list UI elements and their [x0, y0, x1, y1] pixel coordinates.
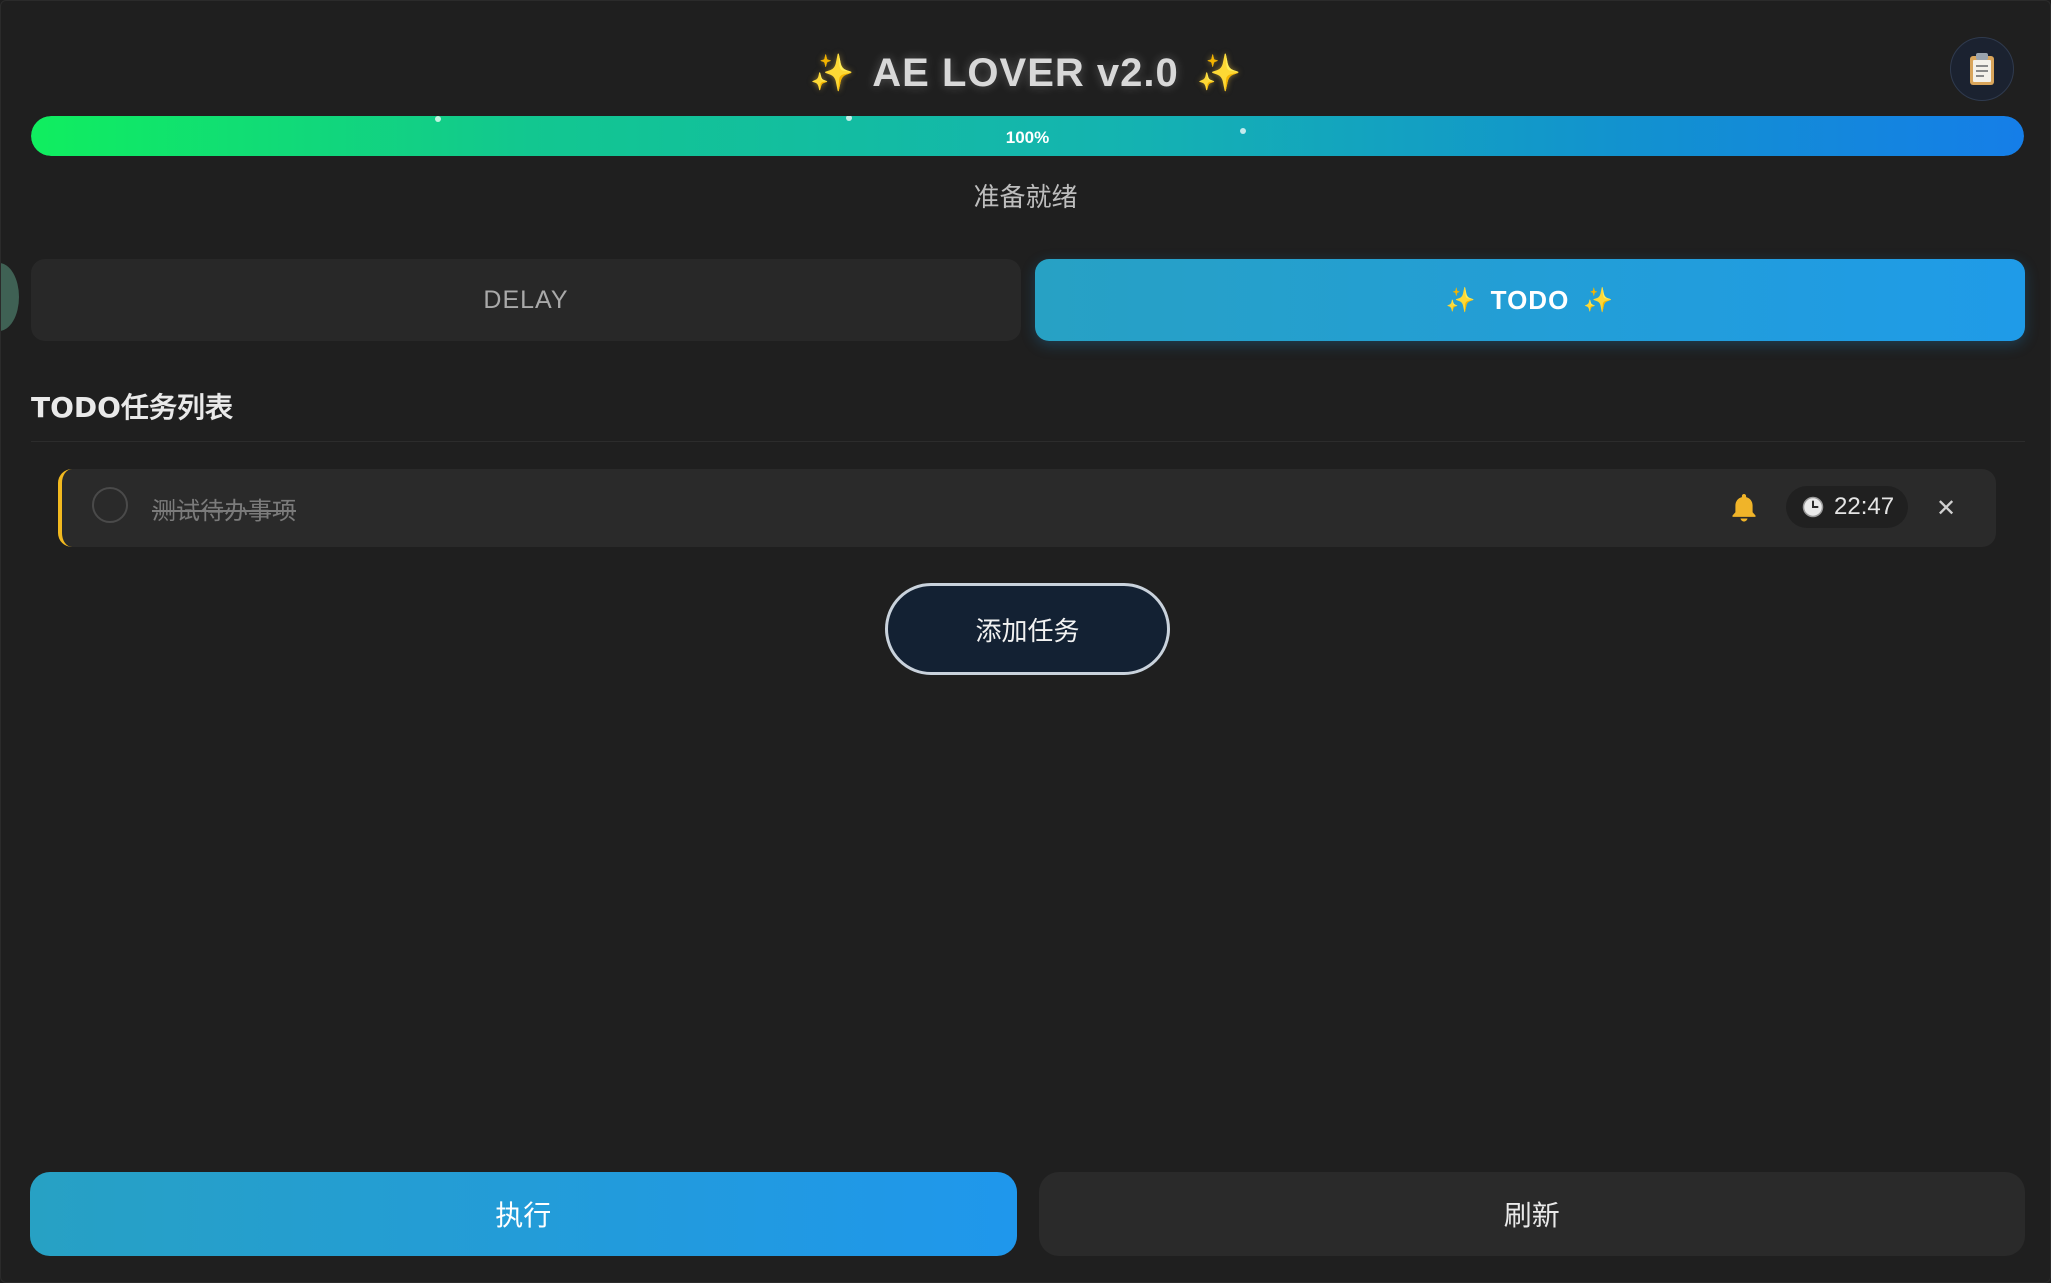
add-task-button[interactable]: 添加任务: [885, 583, 1170, 675]
refresh-button[interactable]: 刷新: [1038, 1172, 2025, 1256]
sparkle-icon: ✨: [1583, 286, 1615, 314]
reminder-time-text: 22:47: [1834, 493, 1895, 520]
app-title: AE LOVER v2.0: [872, 50, 1179, 95]
section-title: TODO任务列表: [31, 391, 233, 424]
divider: [31, 441, 2025, 442]
clipboard-button[interactable]: [1950, 37, 2014, 101]
reminder-time[interactable]: 22:47: [1786, 486, 1909, 528]
tab-todo-label: TODO: [1490, 284, 1570, 315]
clock-icon: [1802, 496, 1824, 518]
tab-todo[interactable]: ✨ TODO ✨: [1035, 259, 2025, 341]
tab-delay-label: DELAY: [483, 285, 569, 314]
app-window: ✨ AE LOVER v2.0 ✨ 100% 准备就绪 DELAY ✨ TODO…: [0, 0, 2051, 1283]
delete-todo-button[interactable]: ✕: [1931, 493, 1961, 523]
side-handle[interactable]: [1, 263, 19, 331]
action-bar: 执行 刷新: [30, 1172, 2025, 1256]
todo-text[interactable]: 测试待办事项: [152, 469, 296, 547]
todo-item: 测试待办事项 22:47 ✕: [58, 469, 1996, 547]
sparkle-right-icon: ✨: [1196, 53, 1242, 94]
clipboard-icon: [1970, 53, 1994, 85]
todo-checkbox[interactable]: [92, 487, 128, 523]
tab-delay[interactable]: DELAY: [31, 259, 1021, 341]
tab-bar: DELAY ✨ TODO ✨: [31, 259, 2025, 341]
sparkle-left-icon: ✨: [809, 53, 855, 94]
bell-icon[interactable]: [1727, 490, 1761, 524]
run-button[interactable]: 执行: [30, 1172, 1017, 1256]
progress-bar: 100%: [31, 116, 2024, 156]
header: ✨ AE LOVER v2.0 ✨: [1, 41, 2050, 105]
sparkle-icon: ✨: [1445, 286, 1477, 314]
progress-label: 100%: [1005, 128, 1050, 147]
status-text: 准备就绪: [973, 183, 1078, 213]
